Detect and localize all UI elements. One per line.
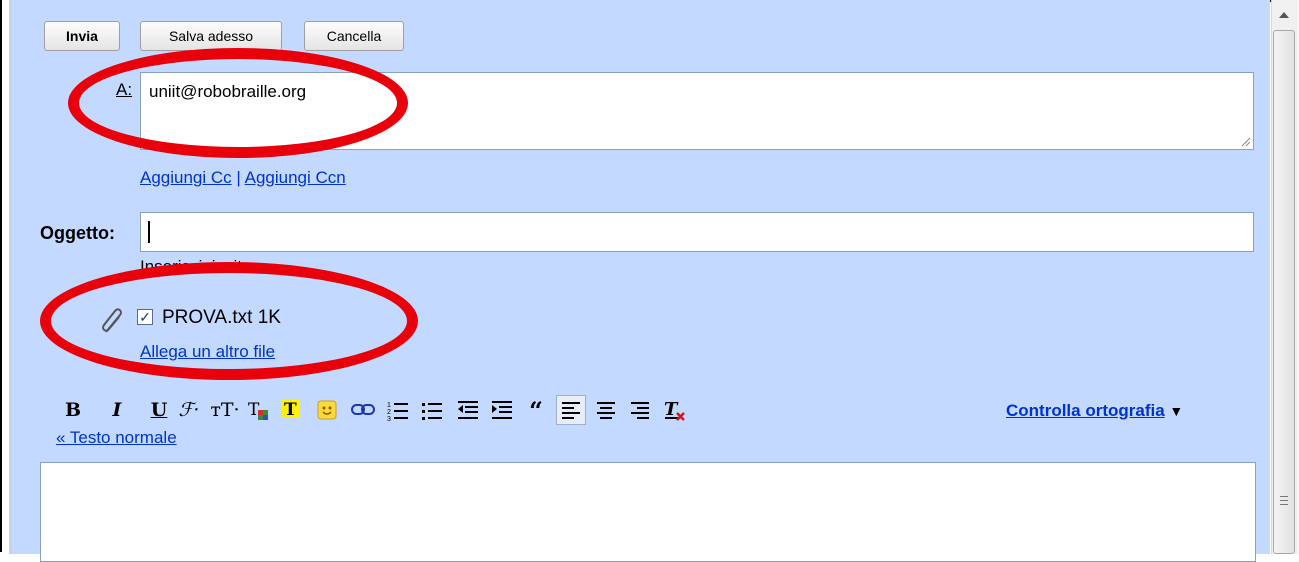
remove-formatting-icon[interactable]: T — [660, 397, 688, 423]
align-center-icon[interactable] — [592, 397, 620, 423]
link-icon[interactable] — [348, 397, 378, 423]
indent-more-icon[interactable] — [488, 397, 516, 423]
svg-text:T: T — [284, 400, 297, 420]
save-now-button[interactable]: Salva adesso — [140, 21, 282, 51]
message-body[interactable] — [40, 462, 1256, 562]
chevron-down-icon[interactable]: ▼ — [1169, 403, 1183, 419]
spell-check-container: Controlla ortografia ▼ — [1006, 401, 1183, 421]
add-cc-link[interactable]: Aggiungi Cc — [140, 168, 232, 187]
grip-icon — [1280, 496, 1288, 505]
align-left-icon[interactable] — [556, 395, 586, 425]
attachment-filename: PROVA.txt — [162, 307, 253, 328]
to-field[interactable]: uniit@robobraille.org — [140, 72, 1254, 150]
paperclip-icon — [102, 308, 122, 333]
attachment-info: PROVA.txt 1K — [162, 307, 281, 329]
underline-icon[interactable]: U — [146, 397, 172, 423]
send-button[interactable]: Invia — [44, 21, 120, 51]
svg-text:1: 1 — [387, 402, 391, 409]
svg-text:2: 2 — [387, 409, 391, 416]
subject-label: Oggetto: — [40, 223, 115, 243]
insert-invite-text: Inserisci: invito — [140, 260, 251, 280]
cc-links: Aggiungi Cc | Aggiungi Ccn — [140, 168, 346, 188]
to-field-value: uniit@robobraille.org — [149, 82, 307, 101]
svg-text:T: T — [664, 399, 679, 420]
emoji-icon[interactable] — [314, 397, 340, 423]
attachment-size: 1K — [257, 307, 281, 328]
text-color-icon[interactable]: T — [244, 397, 272, 423]
highlight-icon[interactable]: T — [278, 397, 306, 423]
svg-text:3: 3 — [387, 416, 391, 421]
spell-check-link[interactable]: Controlla ortografia — [1006, 401, 1165, 420]
indent-less-icon[interactable] — [454, 397, 482, 423]
attachment-checkbox[interactable]: ✓ — [137, 309, 153, 325]
quote-icon[interactable]: “ — [522, 396, 550, 425]
insert-invite-label: Inserisci: invito — [140, 260, 252, 276]
resize-handle-icon[interactable] — [1241, 137, 1251, 147]
align-right-icon[interactable] — [626, 397, 654, 423]
numbered-list-icon[interactable]: 123 — [384, 397, 412, 423]
cancel-button[interactable]: Cancella — [304, 21, 404, 51]
scrollbar-thumb[interactable] — [1273, 30, 1295, 554]
add-bcc-link[interactable]: Aggiungi Ccn — [245, 168, 346, 187]
plain-text-link[interactable]: « Testo normale — [56, 428, 177, 448]
italic-icon[interactable]: I — [104, 397, 130, 423]
attach-another-file-link[interactable]: Allega un altro file — [140, 342, 275, 362]
text-cursor — [148, 221, 150, 243]
font-icon[interactable]: ℱ· — [172, 397, 206, 423]
cc-separator: | — [236, 168, 241, 187]
bold-icon[interactable]: B — [60, 397, 86, 423]
to-label-link[interactable]: A: — [116, 80, 132, 100]
scroll-up-icon[interactable] — [1277, 10, 1291, 20]
left-edge-shade — [9, 0, 12, 554]
subject-field[interactable] — [140, 212, 1254, 252]
bullet-list-icon[interactable] — [418, 397, 446, 423]
font-size-icon[interactable]: ᴛT· — [208, 397, 242, 423]
